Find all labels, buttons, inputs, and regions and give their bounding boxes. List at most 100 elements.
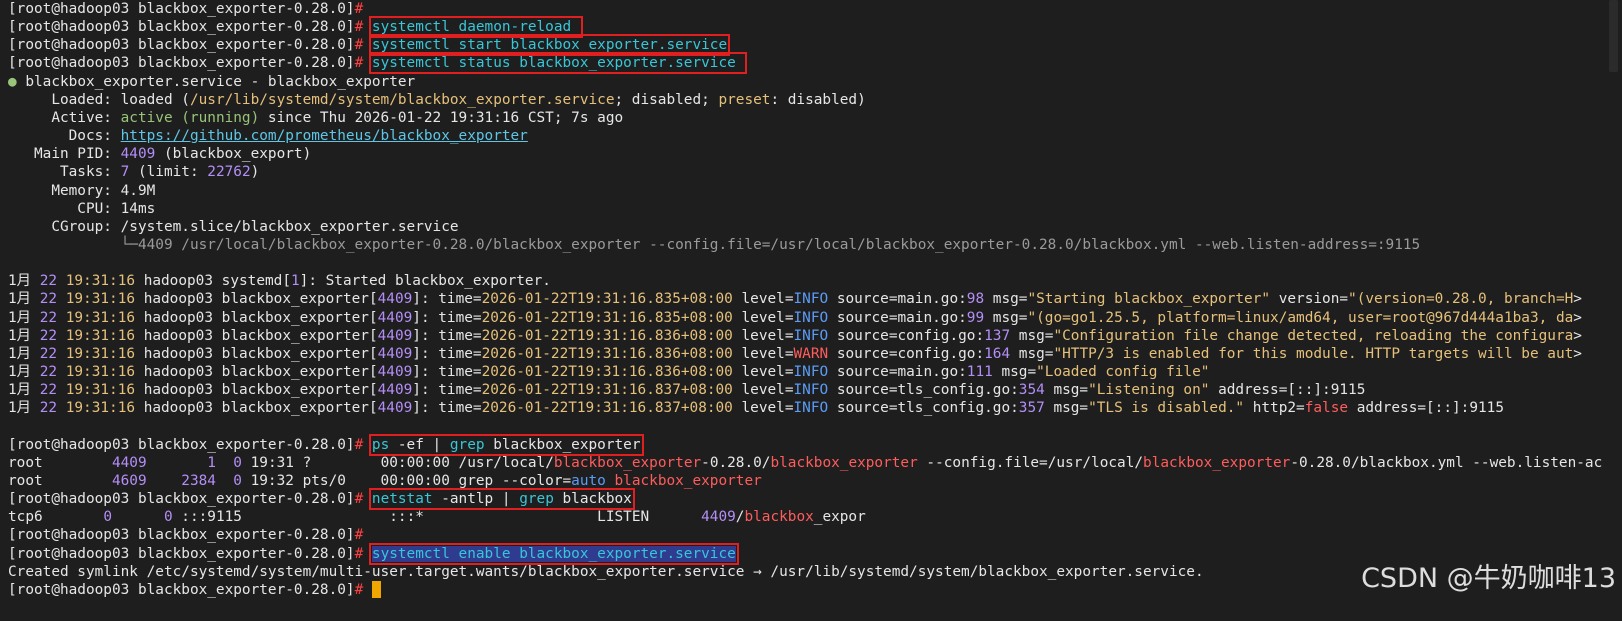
highlighted-command: systemctl daemon-reload [368,16,583,39]
terminal-text: 354 [1018,382,1045,399]
terminal-text: ) [250,164,260,181]
terminal-line: [root@hadoop03 blackbox_exporter-0.28.0]… [8,581,381,600]
shell-prompt: [root@hadoop03 blackbox_exporter-0.28.0] [8,491,355,508]
shell-prompt: [root@hadoop03 blackbox_exporter-0.28.0] [8,545,355,562]
terminal-text: ]: time= [412,400,482,417]
terminal-text: blackbox_exporter [770,454,918,471]
terminal-text: 19:31:16 [57,382,136,399]
terminal-text: false [1304,400,1349,417]
terminal-text: 4409 [377,400,413,417]
terminal-line: [root@hadoop03 blackbox_exporter-0.28.0]… [8,16,583,39]
command-token: -antlp | [432,491,520,508]
terminal-text: preset [718,91,771,108]
terminal-text: 4409 [377,327,413,344]
terminal-text: level= [732,327,794,344]
terminal-text: Memory: 4.9M [8,182,156,199]
terminal-text: address=[::]:9115 [1209,382,1366,399]
shell-prompt: [root@hadoop03 blackbox_exporter-0.28.0] [8,527,355,544]
highlighted-command: systemctl start blackbox_exporter.servic… [368,34,731,57]
terminal-line: CPU: 14ms [8,200,155,219]
terminal-text: 19:31:16 [57,345,136,362]
terminal-text: blackbox_exporter.service - blackbox_exp… [16,73,416,90]
command-token: blackbox [553,491,632,508]
terminal-text: version= [1270,291,1349,308]
terminal-line: Docs: https://github.com/prometheus/blac… [8,127,528,146]
terminal-text: INFO [793,364,829,380]
terminal-text: 0 [233,454,242,471]
terminal-output[interactable]: [root@hadoop03 blackbox_exporter-0.28.0]… [8,0,1622,621]
terminal-text: tcp6 [8,509,104,526]
terminal-text: : disabled) [770,91,866,108]
terminal-line: [root@hadoop03 blackbox_exporter-0.28.0]… [8,488,635,511]
terminal-text: Created symlink /etc/systemd/system/mult… [8,563,1204,580]
terminal-line: root 4609 2384 0 19:32 pts/0 00:00:00 gr… [8,472,762,491]
terminal-text: 2026-01-22T19:31:16.835+08:00 [481,309,733,326]
terminal-text: 2026-01-22T19:31:16.836+08:00 [481,364,733,380]
terminal-text: "TLS is disabled." [1088,400,1245,417]
terminal-text: blackbox_exporter [1143,454,1291,471]
terminal-line: 1月 22 19:31:16 hadoop03 blackbox_exporte… [8,399,1504,418]
terminal-line: [root@hadoop03 blackbox_exporter-0.28.0]… [8,34,731,57]
terminal-text: > [1573,345,1582,362]
terminal-text: > [1573,291,1582,308]
terminal-text: 22 [39,309,58,326]
terminal-text: INFO [793,309,829,326]
terminal-text: 2384 [181,472,216,489]
terminal-text: Main PID: [8,146,121,163]
terminal-text: hadoop03 blackbox_exporter[ [135,309,378,326]
terminal-text: --config.file=/usr/local/ [917,454,1144,471]
docs-link[interactable]: https://github.com/prometheus/blackbox_e… [121,128,528,144]
command-token: -ef | [389,436,450,453]
terminal-text: 22 [39,273,58,290]
terminal-text: (limit: [129,164,208,181]
terminal-text: INFO [793,327,829,344]
terminal-text: 1月 [8,400,40,417]
terminal-line: 1月 22 19:31:16 hadoop03 blackbox_exporte… [8,327,1582,346]
terminal-line: Created symlink /etc/systemd/system/mult… [8,563,1204,582]
shell-prompt: [root@hadoop03 blackbox_exporter-0.28.0] [8,1,355,17]
terminal-line: [root@hadoop03 blackbox_exporter-0.28.0]… [8,542,739,565]
terminal-text: 0 [233,472,242,489]
terminal-text: 1月 [8,273,40,290]
shell-prompt: [root@hadoop03 blackbox_exporter-0.28.0] [8,55,355,72]
terminal-text: 2026-01-22T19:31:16.835+08:00 [481,291,733,308]
terminal-text: 2026-01-22T19:31:16.837+08:00 [481,400,733,417]
terminal-text: 22 [39,382,58,399]
terminal-text: 7 [120,164,130,181]
terminal-text: root [8,454,112,471]
terminal-text: 4409 [377,309,413,326]
terminal-line: tcp6 0 0 :::9115 :::* LISTEN 4409/blackb… [8,508,866,527]
terminal-text: hadoop03 blackbox_exporter[ [135,291,378,308]
terminal-text: 4609 [111,472,147,489]
terminal-text: msg= [1010,327,1054,344]
terminal-text: auto [571,472,606,489]
terminal-text: Tasks: [8,164,121,181]
terminal-text: ]: time= [412,382,482,399]
terminal-text: 2026-01-22T19:31:16.837+08:00 [481,382,733,399]
terminal-text: blackbox_exporter [553,454,702,471]
terminal-text: :::9115 :::* LISTEN [172,509,702,526]
terminal-text: -0.28.0/blackbox.yml --web.listen-ac [1290,454,1603,471]
command-token: netstat [371,491,433,508]
terminal-line: [root@hadoop03 blackbox_exporter-0.28.0]… [8,433,644,456]
terminal-text: level= [732,364,794,380]
terminal-text: since Thu 2026-01-22 19:31:16 CST; 7s ag… [259,109,624,126]
terminal-text: # [354,19,364,36]
terminal-text: 19:32 pts/0 00:00:00 grep --color= [241,472,572,489]
terminal-text: _expor [813,509,866,526]
terminal-text: "Listening on" [1088,382,1210,399]
terminal-text: 1月 [8,364,40,380]
terminal-text: source=tls_config.go: [828,382,1019,399]
scrollbar[interactable] [1609,0,1618,72]
terminal-text: 4409 [377,291,413,308]
terminal-text: 19:31:16 [57,364,136,380]
terminal-text: ; disabled; [614,91,719,108]
